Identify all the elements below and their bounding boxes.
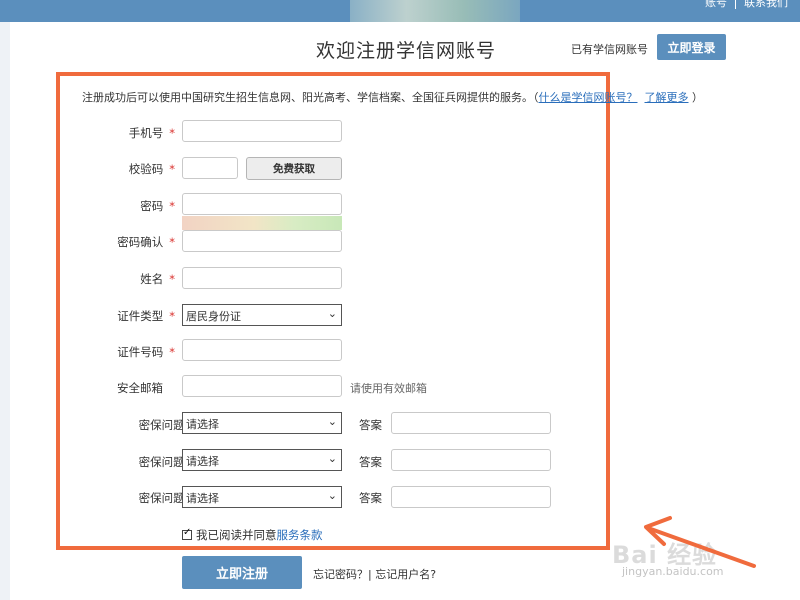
phone-label: 手机号 * xyxy=(128,126,175,140)
id-type-select[interactable]: 居民身份证 ⌄ xyxy=(182,304,342,326)
register-notice: 注册成功后可以使用中国研究生招生信息网、阳光高考、学信档案、全国征兵网提供的服务… xyxy=(82,89,703,105)
id-number-input[interactable] xyxy=(182,339,342,361)
question1-select[interactable]: 请选择 ⌄ xyxy=(182,412,342,434)
required-mark: * xyxy=(169,309,175,323)
page-title: 欢迎注册学信网账号 xyxy=(316,40,497,62)
agree-text: 我已阅读并同意 xyxy=(196,528,277,542)
password-strength-bar xyxy=(182,216,342,230)
password-label: 密码 * xyxy=(140,199,175,213)
top-link-account[interactable]: 账号 xyxy=(699,0,733,9)
what-is-account-link[interactable]: 什么是学信网账号？ xyxy=(539,91,638,104)
required-mark: * xyxy=(169,235,175,249)
answer1-input[interactable] xyxy=(391,412,551,434)
question3-value: 请选择 xyxy=(186,492,219,505)
id-type-value: 居民身份证 xyxy=(186,310,241,323)
question1-label: 密保问题1 xyxy=(138,418,192,432)
id-number-label: 证件号码 * xyxy=(117,345,175,359)
chevron-down-icon: ⌄ xyxy=(327,452,337,465)
chevron-down-icon: ⌄ xyxy=(327,307,337,320)
email-label: 安全邮箱 xyxy=(117,381,163,395)
email-input[interactable] xyxy=(182,375,342,397)
password-confirm-input[interactable] xyxy=(182,230,342,252)
terms-link[interactable]: 服务条款 xyxy=(277,527,323,543)
password-input[interactable] xyxy=(182,193,342,215)
notice-text: 注册成功后可以使用中国研究生招生信息网、阳光高考、学信档案、全国征兵网提供的服务… xyxy=(82,91,539,104)
top-link-contact[interactable]: 联系我们 xyxy=(738,0,794,9)
has-account-text: 已有学信网账号 xyxy=(571,43,648,56)
agreement-row: 我已阅读并同意服务条款 xyxy=(182,527,323,543)
notice-close-paren: ） xyxy=(692,91,703,104)
chevron-down-icon: ⌄ xyxy=(327,489,337,502)
question3-select[interactable]: 请选择 ⌄ xyxy=(182,486,342,508)
required-mark: * xyxy=(169,162,175,176)
email-hint: 请使用有效邮箱 xyxy=(350,382,427,395)
required-mark: * xyxy=(169,126,175,140)
agree-checkbox[interactable] xyxy=(182,527,192,540)
question3-label: 密保问题3 xyxy=(138,491,192,505)
register-button[interactable]: 立即注册 xyxy=(182,556,302,589)
required-mark: * xyxy=(169,199,175,213)
question2-select[interactable]: 请选择 ⌄ xyxy=(182,449,342,471)
required-mark: * xyxy=(169,272,175,286)
captcha-input[interactable] xyxy=(182,157,238,179)
answer1-label: 答案 xyxy=(359,418,382,432)
top-links: 账号 联系我们 xyxy=(699,0,794,10)
password-confirm-label: 密码确认 * xyxy=(117,235,175,249)
question2-value: 请选择 xyxy=(186,455,219,468)
question2-label: 密保问题2 xyxy=(138,455,192,469)
name-label: 姓名 * xyxy=(140,272,175,286)
arrow-annotation xyxy=(644,516,756,568)
required-mark: * xyxy=(169,345,175,359)
forgot-links[interactable]: 忘记密码？| 忘记用户名? xyxy=(313,566,436,582)
phone-input[interactable] xyxy=(182,120,342,142)
question1-value: 请选择 xyxy=(186,418,219,431)
chevron-down-icon: ⌄ xyxy=(327,415,337,428)
answer2-input[interactable] xyxy=(391,449,551,471)
learn-more-link[interactable]: 了解更多 xyxy=(645,91,689,104)
top-banner: 账号 联系我们 xyxy=(0,0,800,22)
answer2-label: 答案 xyxy=(359,455,382,469)
id-type-label: 证件类型 * xyxy=(117,309,175,323)
login-button[interactable]: 立即登录 xyxy=(657,34,726,60)
captcha-label: 校验码 * xyxy=(128,162,175,176)
banner-decoration xyxy=(350,0,520,22)
get-code-button[interactable]: 免费获取 xyxy=(246,157,342,180)
answer3-label: 答案 xyxy=(359,491,382,505)
name-input[interactable] xyxy=(182,267,342,289)
answer3-input[interactable] xyxy=(391,486,551,508)
